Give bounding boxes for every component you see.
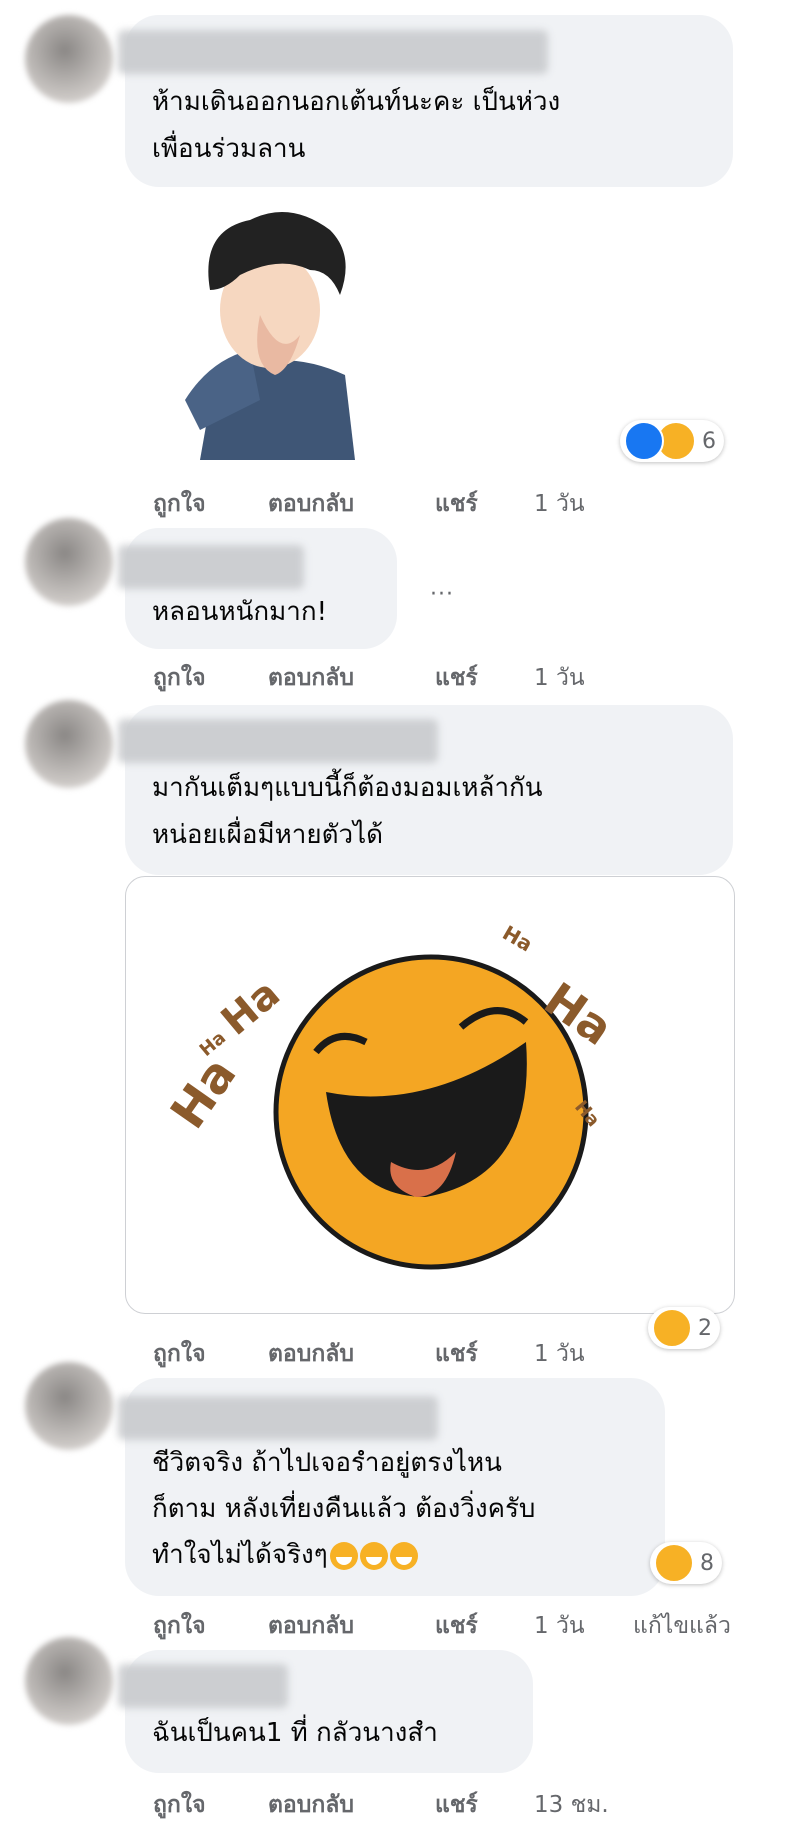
reaction-summary[interactable]: 2 [648, 1307, 720, 1349]
reaction-summary[interactable]: 8 [650, 1542, 722, 1584]
comment-bubble: หลอนหนักมาก! [118, 528, 397, 649]
comment-text-line: ทำใจไม่ได้จริงๆ [152, 1532, 418, 1578]
like-button[interactable]: ถูกใจ [153, 1787, 206, 1823]
like-button[interactable]: ถูกใจ [153, 660, 206, 696]
timestamp[interactable]: 1 วัน [534, 1608, 585, 1644]
grin-emoji-icon [359, 1541, 388, 1570]
reaction-summary[interactable]: 6 [620, 420, 724, 462]
avatar[interactable] [25, 15, 113, 103]
comment-text-line: มากันเต็มๆแบบนี้ก็ต้องมอมเหล้ากัน [152, 773, 543, 803]
ha-text: Ha [499, 921, 537, 957]
author-name-blurred[interactable] [118, 719, 438, 763]
reply-button[interactable]: ตอบกลับ [268, 486, 354, 522]
comment-text-line: หน่อยเผื่อมีหายตัวได้ [152, 820, 384, 850]
comment-text-line: ฉันเป็นคน1 ที่ กลัวนางสำ [152, 1718, 438, 1748]
reaction-count: 2 [698, 1315, 712, 1341]
like-button[interactable]: ถูกใจ [153, 1608, 206, 1644]
timestamp[interactable]: 1 วัน [534, 1336, 585, 1372]
reaction-count: 8 [700, 1550, 714, 1576]
grin-emoji-icon [329, 1541, 358, 1570]
timestamp[interactable]: 13 ชม. [534, 1787, 609, 1823]
haha-icon [652, 1308, 692, 1348]
laughing-face-image: Ha Ha Ha Ha Ha Ha [160, 921, 623, 1270]
comment-bubble: ชีวิตจริง ถ้าไปเจอรำอยู่ตรงไหน ก็ตาม หลั… [118, 1378, 665, 1596]
author-name-blurred[interactable] [118, 545, 304, 589]
share-button[interactable]: แชร์ [435, 1608, 478, 1644]
comment-text-line: ชีวิตจริง ถ้าไปเจอรำอยู่ตรงไหน [152, 1448, 502, 1478]
haha-image-attachment[interactable]: Ha Ha Ha Ha Ha Ha [125, 876, 735, 1314]
comment-text-line: หลอนหนักมาก! [152, 597, 328, 627]
like-button[interactable]: ถูกใจ [153, 486, 206, 522]
ha-text: Ha [160, 1047, 247, 1139]
author-name-blurred[interactable] [118, 1396, 438, 1440]
avatar[interactable] [25, 700, 113, 788]
more-options-icon[interactable]: ··· [430, 582, 454, 607]
share-button[interactable]: แชร์ [435, 486, 478, 522]
comment-bubble: ฉันเป็นคน1 ที่ กลัวนางสำ [118, 1650, 533, 1773]
timestamp[interactable]: 1 วัน [534, 660, 585, 696]
like-icon [624, 421, 664, 461]
share-button[interactable]: แชร์ [435, 1336, 478, 1372]
share-button[interactable]: แชร์ [435, 1787, 478, 1823]
avatar[interactable] [25, 518, 113, 606]
comment-text-line: ก็ตาม หลังเที่ยงคืนแล้ว ต้องวิ่งครับ [152, 1494, 536, 1524]
sticker-man-laughing [185, 212, 355, 460]
comment-bubble: มากันเต็มๆแบบนี้ก็ต้องมอมเหล้ากัน หน่อยเ… [118, 705, 733, 875]
author-name-blurred[interactable] [118, 1664, 288, 1708]
haha-icon [654, 1543, 694, 1583]
avatar[interactable] [25, 1637, 113, 1725]
author-name-blurred[interactable] [118, 30, 548, 74]
comment-text-line: ห้ามเดินออกนอกเต้นท์นะคะ เป็นห่วง [152, 87, 561, 117]
edited-label[interactable]: แก้ไขแล้ว [633, 1608, 731, 1644]
like-button[interactable]: ถูกใจ [153, 1336, 206, 1372]
ha-text: Ha [213, 971, 289, 1045]
share-button[interactable]: แชร์ [435, 660, 478, 696]
avatar[interactable] [25, 1362, 113, 1450]
comment-text-line: เพื่อนร่วมลาน [152, 134, 306, 164]
reply-button[interactable]: ตอบกลับ [268, 660, 354, 696]
reply-button[interactable]: ตอบกลับ [268, 1608, 354, 1644]
reply-button[interactable]: ตอบกลับ [268, 1787, 354, 1823]
reaction-count: 6 [702, 428, 716, 454]
grin-emoji-icon [389, 1541, 418, 1570]
reply-button[interactable]: ตอบกลับ [268, 1336, 354, 1372]
timestamp[interactable]: 1 วัน [534, 486, 585, 522]
comment-text-part: ทำใจไม่ได้จริงๆ [152, 1540, 328, 1570]
comment-bubble: ห้ามเดินออกนอกเต้นท์นะคะ เป็นห่วง เพื่อน… [118, 15, 733, 187]
